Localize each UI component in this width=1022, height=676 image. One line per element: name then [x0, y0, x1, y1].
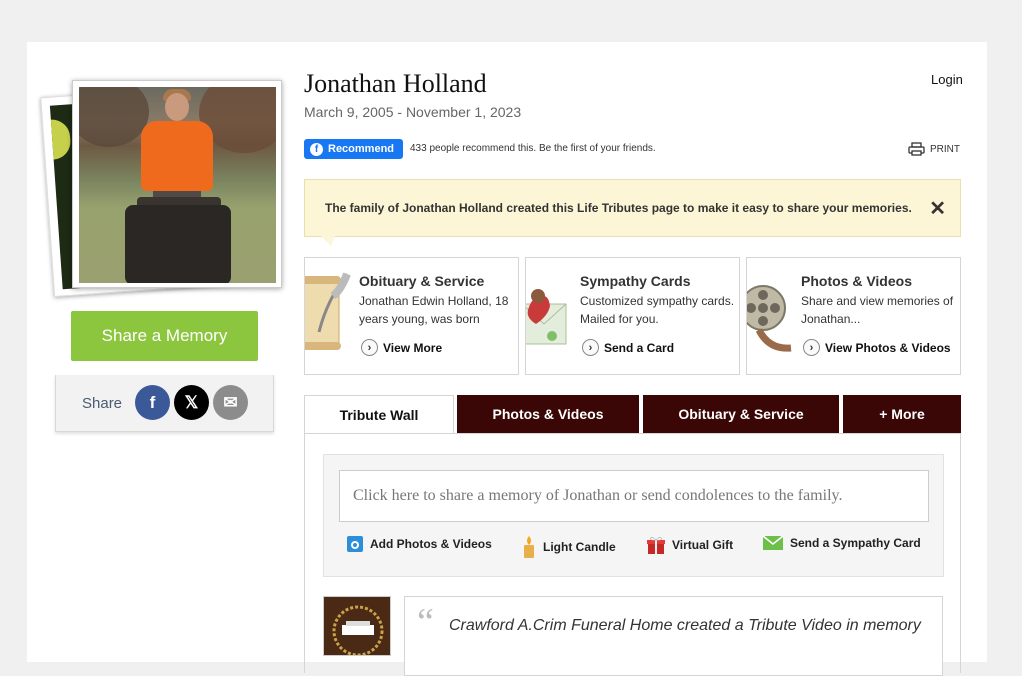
envelope-icon [762, 535, 784, 550]
print-button[interactable]: PRINT [908, 142, 960, 156]
facebook-share-icon[interactable]: f [135, 385, 170, 420]
login-link[interactable]: Login [931, 72, 963, 87]
light-candle-button[interactable]: Light Candle [521, 535, 616, 559]
camera-icon [347, 536, 363, 552]
action-label: Virtual Gift [672, 538, 734, 552]
view-photos-videos-link[interactable]: › View Photos & Videos [803, 339, 951, 356]
card-link-label: Send a Card [604, 340, 675, 355]
card-description: Jonathan Edwin Holland, 18 years young, … [359, 294, 509, 326]
chevron-right-icon: › [582, 339, 599, 356]
tab-photos-videos[interactable]: Photos & Videos [457, 395, 639, 433]
add-photos-videos-button[interactable]: Add Photos & Videos [346, 535, 492, 553]
tribute-wall-panel: Click here to share a memory of Jonathan… [304, 433, 961, 676]
page-container: Share a Memory Share f 𝕏 ✉ Jonathan Holl… [27, 42, 987, 676]
card-photos-videos[interactable]: Photos & Videos Share and view memories … [746, 257, 961, 375]
envelope-heart-icon [526, 289, 567, 345]
card-link-label: View Photos & Videos [825, 340, 951, 355]
share-memory-button[interactable]: Share a Memory [71, 311, 258, 361]
share-label: Share [82, 395, 123, 412]
action-label: Add Photos & Videos [370, 537, 492, 551]
chevron-right-icon: › [803, 339, 820, 356]
quote-icon: “ [417, 601, 434, 643]
tab-obituary-service[interactable]: Obituary & Service [643, 395, 839, 433]
virtual-gift-button[interactable]: Virtual Gift [646, 535, 733, 555]
close-icon[interactable]: ✕ [929, 196, 946, 221]
email-share-icon[interactable]: ✉ [213, 385, 248, 420]
tab-tribute-wall[interactable]: Tribute Wall [304, 395, 454, 433]
scroll-quill-icon [305, 272, 351, 350]
compose-box: Click here to share a memory of Jonathan… [323, 454, 944, 577]
share-panel: Share f 𝕏 ✉ [55, 375, 274, 432]
view-more-link[interactable]: › View More [361, 339, 442, 356]
facebook-recommend-button[interactable]: f Recommend [304, 139, 404, 159]
film-reel-icon [747, 285, 792, 352]
card-link-label: View More [383, 340, 443, 355]
card-sympathy-cards[interactable]: Sympathy Cards Customized sympathy cards… [525, 257, 740, 375]
tab-more[interactable]: + More [843, 395, 961, 433]
recommend-count-text: 433 people recommend this. Be the first … [410, 143, 656, 154]
card-title: Sympathy Cards [580, 273, 691, 289]
printer-icon [908, 142, 925, 156]
send-card-link[interactable]: › Send a Card [582, 339, 674, 356]
notice-text: The family of Jonathan Holland created t… [325, 201, 912, 215]
print-label: PRINT [930, 143, 960, 155]
profile-photo-stack [40, 72, 287, 297]
chevron-right-icon: › [361, 339, 378, 356]
x-share-icon[interactable]: 𝕏 [174, 385, 209, 420]
facebook-icon: f [310, 142, 323, 156]
send-sympathy-card-button[interactable]: Send a Sympathy Card [762, 535, 921, 551]
profile-photo[interactable] [72, 80, 282, 288]
life-dates: March 9, 2005 - November 1, 2023 [304, 104, 522, 120]
candle-icon [524, 536, 534, 558]
card-title: Photos & Videos [801, 273, 912, 289]
card-obituary-service[interactable]: Obituary & Service Jonathan Edwin Hollan… [304, 257, 519, 375]
funeral-home-logo [323, 596, 391, 656]
tribute-post[interactable]: “ Crawford A.Crim Funeral Home created a… [404, 596, 943, 676]
recommend-label: Recommend [328, 143, 395, 155]
memory-input[interactable]: Click here to share a memory of Jonathan… [339, 470, 929, 522]
card-description: Customized sympathy cards. Mailed for yo… [580, 294, 735, 326]
action-label: Light Candle [543, 540, 616, 554]
card-title: Obituary & Service [359, 273, 485, 289]
post-text: Crawford A.Crim Funeral Home created a T… [449, 617, 921, 634]
info-notice: The family of Jonathan Holland created t… [304, 179, 961, 246]
gift-icon [647, 537, 665, 554]
deceased-name: Jonathan Holland [304, 69, 487, 98]
card-description: Share and view memories of Jonathan... [801, 294, 954, 326]
action-label: Send a Sympathy Card [790, 536, 921, 550]
